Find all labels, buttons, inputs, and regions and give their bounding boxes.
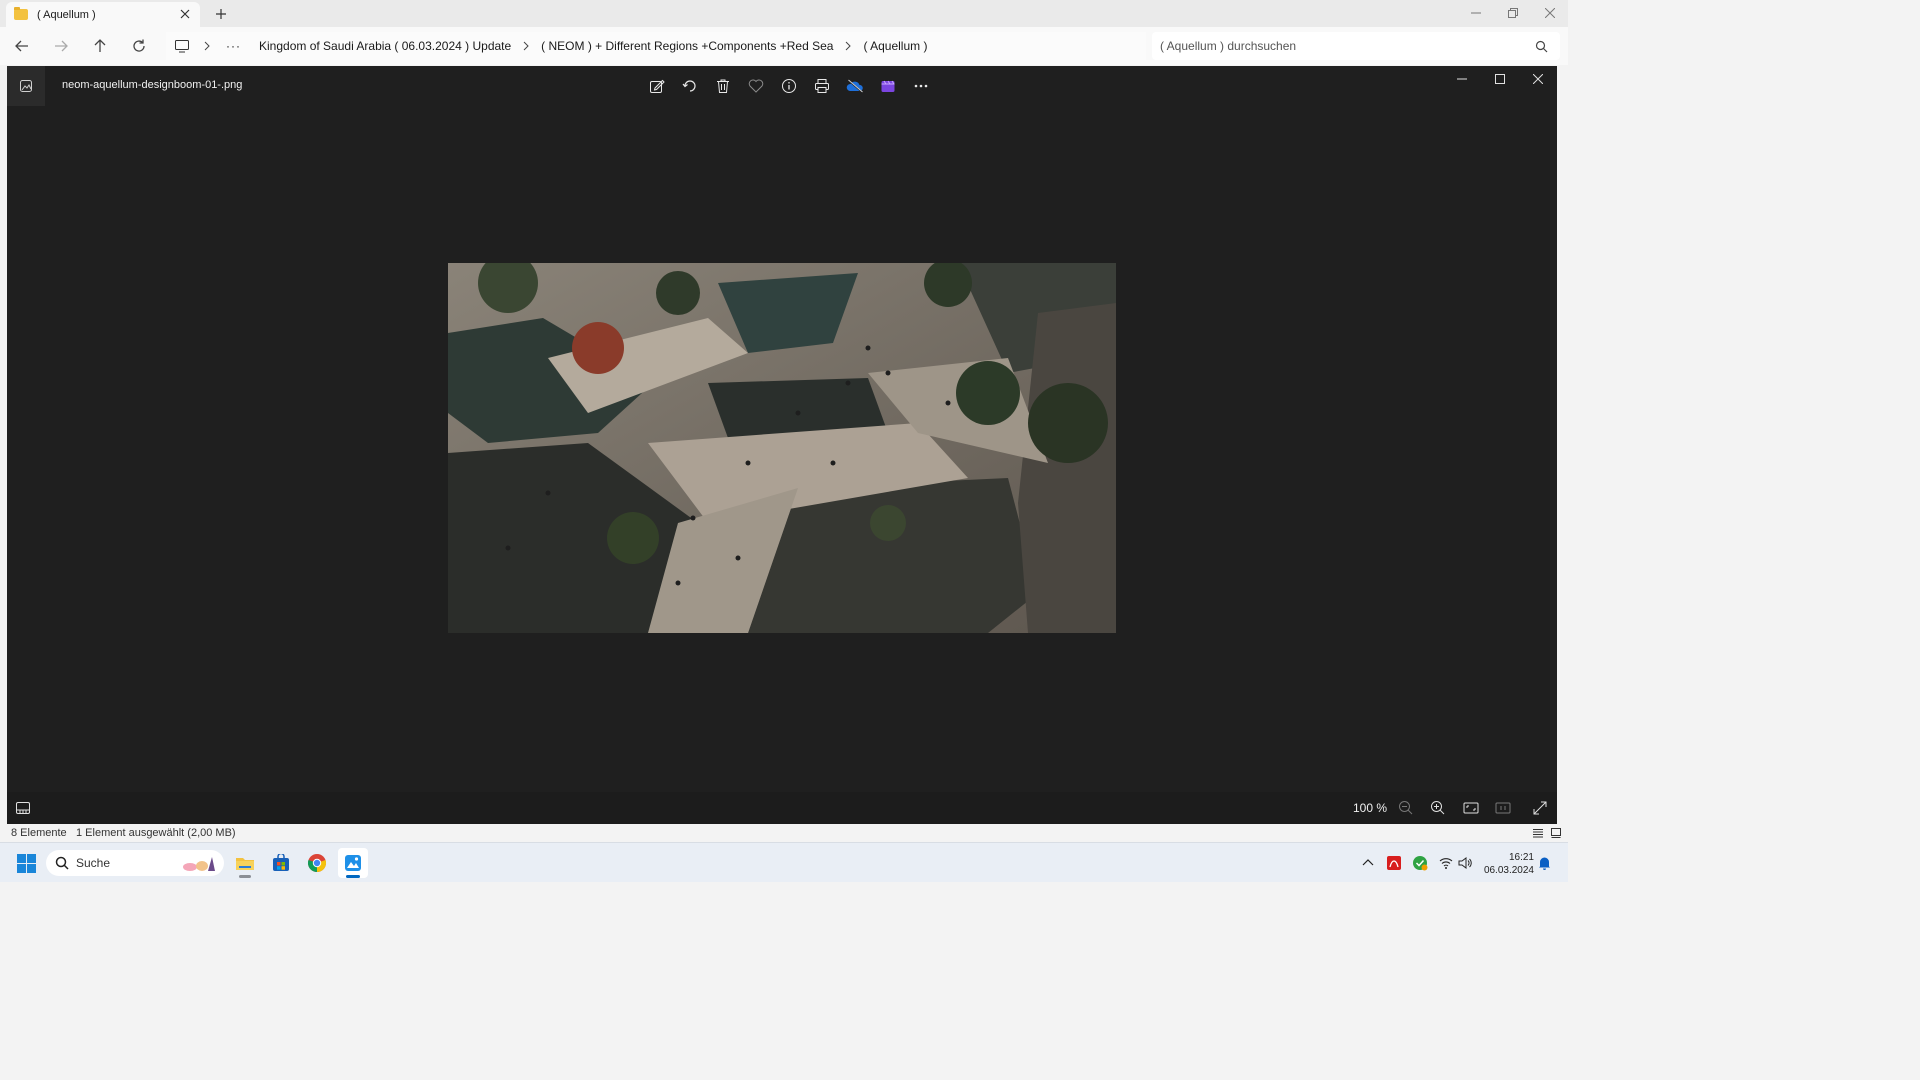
more-icon[interactable] — [904, 74, 937, 98]
onedrive-icon[interactable] — [838, 74, 871, 98]
up-arrow-icon[interactable] — [91, 37, 109, 55]
zoom-out-icon[interactable] — [1397, 799, 1415, 817]
viewer-minimize-button[interactable] — [1443, 66, 1481, 92]
info-icon[interactable] — [772, 74, 805, 98]
clock-date: 06.03.2024 — [1483, 865, 1534, 876]
folder-icon — [14, 7, 28, 20]
folder-search-input[interactable]: ( Aquellum ) durchsuchen — [1152, 32, 1560, 60]
address-toolbar: ··· Kingdom of Saudi Arabia ( 06.03.2024… — [0, 27, 1568, 65]
windows-start-icon[interactable] — [17, 854, 36, 873]
breadcrumb-item[interactable]: ( NEOM ) + Different Regions +Components… — [541, 39, 833, 53]
show-hidden-icons-chevron-icon[interactable] — [1360, 855, 1376, 871]
taskbar-clock[interactable]: 16:21 06.03.2024 — [1482, 851, 1534, 877]
taskbar-chrome[interactable] — [302, 848, 332, 878]
photo-viewer-window: neom-aquellum-designboom-01-.png 100 % — [7, 66, 1557, 824]
viewer-close-button[interactable] — [1519, 66, 1557, 92]
breadcrumb[interactable]: ··· Kingdom of Saudi Arabia ( 06.03.2024… — [166, 32, 1146, 60]
tab-title: ( Aquellum ) — [37, 8, 96, 21]
breadcrumb-overflow[interactable]: ··· — [226, 39, 241, 53]
taskbar-search-box[interactable]: Suche — [46, 850, 224, 876]
item-count: 8 Elemente — [11, 827, 67, 839]
details-view-icon[interactable] — [1532, 827, 1544, 839]
close-window-button[interactable] — [1531, 0, 1568, 25]
chevron-right-icon[interactable] — [521, 41, 531, 51]
fullscreen-icon[interactable] — [1531, 799, 1549, 817]
new-tab-icon[interactable] — [212, 5, 230, 23]
viewer-bottom-bar: 100 % — [7, 792, 1557, 824]
displayed-photo[interactable] — [448, 263, 1116, 633]
print-icon[interactable] — [805, 74, 838, 98]
fit-to-window-icon[interactable] — [1462, 799, 1480, 817]
viewer-toolbar — [640, 74, 937, 98]
chevron-right-icon[interactable] — [202, 41, 212, 51]
explorer-status-bar: 8 Elemente 1 Element ausgewählt (2,00 MB… — [0, 824, 1568, 842]
favorite-icon[interactable] — [739, 74, 772, 98]
taskbar: Suche 16:21 06.03.2024 — [0, 842, 1568, 882]
minimize-button[interactable] — [1457, 0, 1494, 25]
explorer-titlebar: ( Aquellum ) — [0, 0, 1568, 27]
forward-arrow-icon[interactable] — [52, 37, 70, 55]
selection-info: 1 Element ausgewählt (2,00 MB) — [76, 827, 236, 839]
search-placeholder: ( Aquellum ) durchsuchen — [1160, 39, 1297, 53]
clock-time: 16:21 — [1508, 852, 1534, 863]
file-explorer-icon — [236, 858, 254, 870]
clipchamp-icon[interactable] — [871, 74, 904, 98]
search-highlight-icon — [183, 857, 215, 871]
photos-app-icon — [7, 66, 45, 106]
restore-button[interactable] — [1494, 0, 1531, 25]
close-tab-icon[interactable] — [178, 7, 192, 21]
rotate-icon[interactable] — [673, 74, 706, 98]
chevron-right-icon[interactable] — [843, 41, 853, 51]
search-icon — [55, 856, 69, 870]
photos-icon — [345, 855, 361, 871]
chrome-icon — [307, 854, 327, 872]
tiles-view-icon[interactable] — [1550, 827, 1562, 839]
taskbar-search-label: Suche — [76, 856, 111, 870]
filmstrip-icon[interactable] — [15, 801, 31, 815]
security-tray-icon[interactable] — [1412, 855, 1428, 871]
back-arrow-icon[interactable] — [13, 37, 31, 55]
explorer-tab[interactable]: ( Aquellum ) — [6, 2, 200, 27]
zoom-in-icon[interactable] — [1429, 799, 1447, 817]
viewer-titlebar: neom-aquellum-designboom-01-.png — [7, 66, 1557, 106]
zoom-level: 100 % — [1353, 801, 1388, 815]
volume-icon[interactable] — [1457, 855, 1473, 871]
taskbar-store[interactable] — [266, 848, 296, 878]
viewer-maximize-button[interactable] — [1481, 66, 1519, 92]
taskbar-file-explorer[interactable] — [230, 848, 260, 878]
breadcrumb-item[interactable]: Kingdom of Saudi Arabia ( 06.03.2024 ) U… — [259, 39, 511, 53]
file-name: neom-aquellum-designboom-01-.png — [62, 79, 243, 91]
search-icon[interactable] — [1535, 40, 1548, 53]
refresh-icon[interactable] — [130, 37, 148, 55]
taskbar-photos[interactable] — [338, 848, 368, 878]
wifi-icon[interactable] — [1438, 855, 1454, 871]
notification-bell-icon[interactable] — [1538, 856, 1551, 870]
actual-size-icon[interactable] — [1494, 799, 1512, 817]
delete-icon[interactable] — [706, 74, 739, 98]
store-icon — [273, 854, 289, 871]
pdf-reader-tray-icon[interactable] — [1386, 855, 1402, 871]
this-pc-icon[interactable] — [174, 38, 190, 54]
breadcrumb-item[interactable]: ( Aquellum ) — [863, 39, 927, 53]
edit-icon[interactable] — [640, 74, 673, 98]
